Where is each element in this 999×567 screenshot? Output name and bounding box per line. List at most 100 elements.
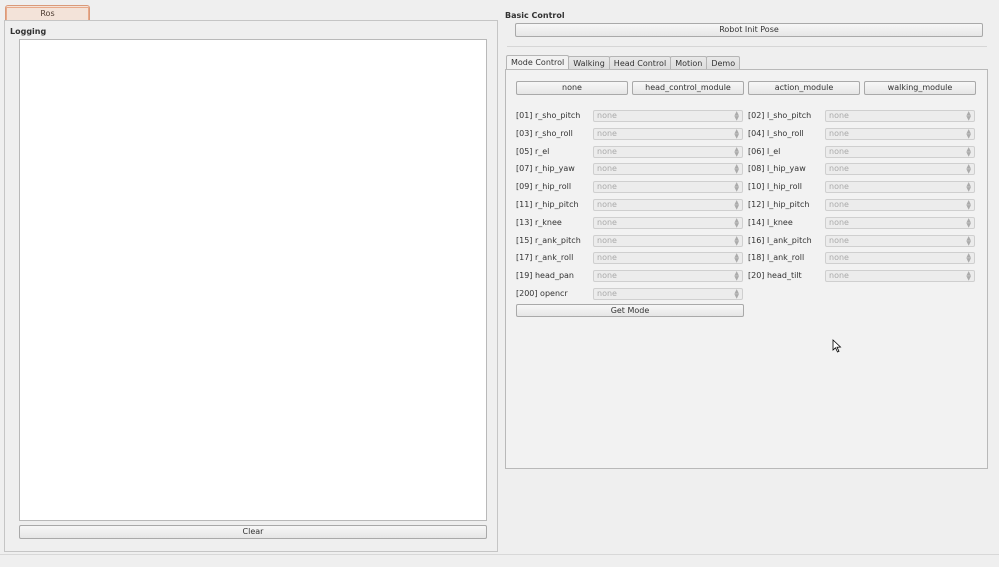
tab-ros-communications[interactable]: Ros Communications <box>5 5 90 31</box>
joint-label: [14] l_knee <box>748 218 793 227</box>
joint-label: [13] r_knee <box>516 218 562 227</box>
joint-mode-value: none <box>829 146 849 156</box>
updown-arrow-icon: ▲ ▼ <box>734 162 739 175</box>
joint-mode-value: none <box>829 163 849 173</box>
joint-label: [02] l_sho_pitch <box>748 111 812 120</box>
joint-mode-value: none <box>829 252 849 262</box>
joint-mode-value: none <box>829 199 849 209</box>
joint-mode-value: none <box>829 181 849 191</box>
joint-mode-select[interactable]: none ▲ ▼ <box>593 162 743 175</box>
updown-arrow-icon: ▲ ▼ <box>966 109 971 122</box>
mouse-cursor-icon <box>832 339 842 353</box>
joint-mode-value: none <box>829 128 849 138</box>
joint-mode-select[interactable]: none ▲ ▼ <box>593 145 743 158</box>
joint-mode-select[interactable]: none ▲ ▼ <box>825 127 975 140</box>
joint-mode-select[interactable]: none ▲ ▼ <box>825 251 975 264</box>
updown-arrow-icon: ▲ ▼ <box>966 145 971 158</box>
tab-demo[interactable]: Demo <box>706 56 741 70</box>
joint-label: [03] r_sho_roll <box>516 129 573 138</box>
tab-walking[interactable]: Walking <box>568 56 610 70</box>
robot-init-pose-button[interactable]: Robot Init Pose <box>515 23 983 37</box>
joint-mode-select[interactable]: none ▲ ▼ <box>593 216 743 229</box>
updown-arrow-icon: ▲ ▼ <box>966 234 971 247</box>
joint-mode-select[interactable]: none ▲ ▼ <box>593 287 743 300</box>
joint-label: [200] opencr <box>516 289 568 298</box>
updown-arrow-icon: ▲ ▼ <box>734 145 739 158</box>
updown-arrow-icon: ▲ ▼ <box>966 127 971 140</box>
updown-arrow-icon: ▲ ▼ <box>966 269 971 282</box>
control-tab-bar: Mode Control Walking Head Control Motion… <box>506 55 741 70</box>
joint-label: [09] r_hip_roll <box>516 182 572 191</box>
joint-mode-select[interactable]: none ▲ ▼ <box>825 269 975 282</box>
updown-arrow-icon: ▲ ▼ <box>734 287 739 300</box>
updown-arrow-icon: ▲ ▼ <box>966 180 971 193</box>
updown-arrow-icon: ▲ ▼ <box>734 216 739 229</box>
updown-arrow-icon: ▲ ▼ <box>966 162 971 175</box>
basic-control-title: Basic Control <box>505 11 565 20</box>
joint-mode-value: none <box>597 181 617 191</box>
joint-mode-value: none <box>829 110 849 120</box>
updown-arrow-icon: ▲ ▼ <box>966 216 971 229</box>
joint-label: [10] l_hip_roll <box>748 182 803 191</box>
joint-label: [06] l_el <box>748 147 781 156</box>
joint-mode-select[interactable]: none ▲ ▼ <box>593 127 743 140</box>
module-head-control-button[interactable]: head_control_module <box>632 81 744 95</box>
joint-mode-select[interactable]: none ▲ ▼ <box>825 234 975 247</box>
updown-arrow-icon: ▲ ▼ <box>734 198 739 211</box>
joint-mode-select[interactable]: none ▲ ▼ <box>825 198 975 211</box>
updown-arrow-icon: ▲ ▼ <box>734 127 739 140</box>
updown-arrow-icon: ▲ ▼ <box>734 251 739 264</box>
joint-label: [05] r_el <box>516 147 550 156</box>
joint-mode-value: none <box>597 110 617 120</box>
joint-label: [15] r_ank_pitch <box>516 236 581 245</box>
updown-arrow-icon: ▲ ▼ <box>734 234 739 247</box>
joint-mode-value: none <box>597 270 617 280</box>
updown-arrow-icon: ▲ ▼ <box>966 251 971 264</box>
get-mode-button[interactable]: Get Mode <box>516 304 744 317</box>
joint-mode-value: none <box>829 235 849 245</box>
joint-mode-value: none <box>829 270 849 280</box>
updown-arrow-icon: ▲ ▼ <box>734 109 739 122</box>
joint-mode-select[interactable]: none ▲ ▼ <box>593 180 743 193</box>
joint-mode-value: none <box>597 146 617 156</box>
joint-mode-value: none <box>829 217 849 227</box>
status-bar <box>0 554 999 555</box>
joint-label: [11] r_hip_pitch <box>516 200 579 209</box>
joint-label: [07] r_hip_yaw <box>516 164 575 173</box>
joint-label: [17] r_ank_roll <box>516 253 574 262</box>
joint-mode-value: none <box>597 199 617 209</box>
joint-label: [01] r_sho_pitch <box>516 111 581 120</box>
joint-mode-select[interactable]: none ▲ ▼ <box>593 109 743 122</box>
updown-arrow-icon: ▲ ▼ <box>966 198 971 211</box>
joint-label: [16] l_ank_pitch <box>748 236 812 245</box>
joint-mode-select[interactable]: none ▲ ▼ <box>593 198 743 211</box>
logging-title: Logging <box>10 27 47 36</box>
joint-mode-select[interactable]: none ▲ ▼ <box>593 251 743 264</box>
module-action-button[interactable]: action_module <box>748 81 860 95</box>
joint-mode-value: none <box>597 252 617 262</box>
tab-mode-control[interactable]: Mode Control <box>506 55 570 70</box>
joint-mode-value: none <box>597 288 617 298</box>
joint-mode-value: none <box>597 163 617 173</box>
logging-textarea[interactable] <box>19 39 487 521</box>
clear-button[interactable]: Clear <box>19 525 487 539</box>
joint-mode-select[interactable]: none ▲ ▼ <box>593 234 743 247</box>
updown-arrow-icon: ▲ ▼ <box>734 180 739 193</box>
updown-arrow-icon: ▲ ▼ <box>734 269 739 282</box>
joint-mode-value: none <box>597 128 617 138</box>
divider <box>507 46 987 47</box>
joint-label: [04] l_sho_roll <box>748 129 804 138</box>
joint-label: [18] l_ank_roll <box>748 253 805 262</box>
joint-mode-select[interactable]: none ▲ ▼ <box>825 180 975 193</box>
tab-head-control[interactable]: Head Control <box>608 56 672 70</box>
joint-mode-select[interactable]: none ▲ ▼ <box>593 269 743 282</box>
joint-mode-select[interactable]: none ▲ ▼ <box>825 162 975 175</box>
joint-label: [12] l_hip_pitch <box>748 200 810 209</box>
joint-mode-select[interactable]: none ▲ ▼ <box>825 145 975 158</box>
joint-mode-select[interactable]: none ▲ ▼ <box>825 216 975 229</box>
joint-mode-value: none <box>597 217 617 227</box>
module-none-button[interactable]: none <box>516 81 628 95</box>
module-walking-button[interactable]: walking_module <box>864 81 976 95</box>
joint-mode-select[interactable]: none ▲ ▼ <box>825 109 975 122</box>
tab-motion[interactable]: Motion <box>670 56 708 70</box>
